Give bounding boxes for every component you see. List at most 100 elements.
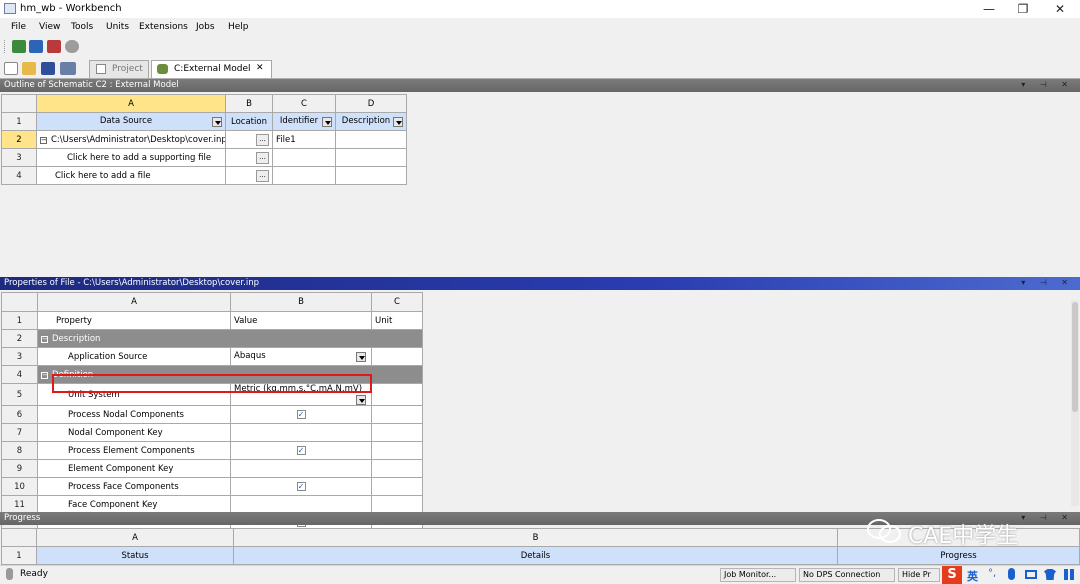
status-header: Status [36,546,234,565]
outline-col-d[interactable]: D [335,94,407,113]
property-checkbox[interactable]: ✓ [296,445,306,455]
description-cell[interactable] [335,130,407,149]
identifier-cell[interactable] [272,148,336,167]
menu-help[interactable]: Help [228,22,249,32]
save-icon[interactable] [41,62,55,75]
new-file-icon[interactable] [4,62,18,75]
menu-file[interactable]: File [11,22,26,32]
tab-project[interactable]: Project [89,60,149,78]
location-header[interactable]: Location [225,112,273,131]
outline-col-b[interactable]: B [225,94,273,113]
properties-scrollbar[interactable] [1071,300,1079,506]
properties-row-number: 1 [1,311,38,330]
property-group-description[interactable]: − Description [37,329,423,348]
description-cell[interactable] [335,148,407,167]
progress-panel-controls[interactable]: ▾ ⊣ ✕ [1021,513,1074,522]
description-cell[interactable] [335,166,407,185]
browse-button[interactable]: ... [256,152,269,164]
job-monitor-button[interactable]: Job Monitor... [720,568,796,582]
close-window-button[interactable]: ✕ [1043,0,1077,18]
outline-row-number: 3 [1,148,37,167]
property-value[interactable]: ✓ [230,441,372,460]
restore-button[interactable]: ❐ [1006,0,1040,18]
outline-col-a[interactable]: A [36,94,226,113]
refresh-project-icon[interactable] [29,40,43,53]
property-row: 6 Process Nodal Components ✓ [1,405,423,424]
toolbox-icon[interactable] [1064,569,1075,580]
punctuation-icon[interactable]: °, [988,568,996,579]
identifier-header[interactable]: Identifier [272,112,336,131]
browse-button[interactable]: ... [256,134,269,146]
hide-progress-button[interactable]: Hide Pr [898,568,940,582]
collapse-icon[interactable]: − [41,371,48,379]
property-name: Process Element Components [37,441,231,460]
property-checkbox[interactable]: ✓ [296,481,306,491]
stop-icon[interactable] [65,40,79,53]
open-folder-icon[interactable] [22,62,36,75]
properties-panel-controls[interactable]: ▾ ⊣ ✕ [1021,278,1074,287]
outline-col-c[interactable]: C [272,94,336,113]
property-value[interactable]: Abaqus [230,347,372,366]
property-group-label: Description [52,333,101,344]
property-name: Face Component Key [37,495,231,514]
menu-view[interactable]: View [39,22,60,32]
menu-extensions[interactable]: Extensions [139,22,188,32]
property-value[interactable]: ✓ [230,405,372,424]
browse-button[interactable]: ... [256,170,269,182]
properties-col-c[interactable]: C [371,292,423,312]
properties-row-number: 9 [1,459,38,478]
identifier-cell[interactable]: File1 [272,130,336,149]
skin-icon[interactable] [1044,569,1056,580]
property-row: 11 Face Component Key [1,495,423,514]
collapse-icon[interactable]: − [41,335,48,343]
property-name: Application Source [37,347,231,366]
data-source-cell[interactable]: − C:\Users\Administrator\Desktop\cover.in… [36,130,226,149]
outline-panel-controls[interactable]: ▾ ⊣ ✕ [1021,80,1074,89]
minimize-button[interactable]: — [972,0,1006,18]
chevron-down-icon[interactable] [393,117,403,127]
progress-panel-title: Progress [4,513,41,523]
property-value[interactable] [230,495,372,514]
progress-col-a[interactable]: A [36,528,234,547]
add-file-cell[interactable]: Click here to add a file [36,166,226,185]
menu-jobs[interactable]: Jobs [196,22,215,32]
properties-col-b[interactable]: B [230,292,372,312]
ime-language-indicator[interactable]: 英 [967,568,978,584]
data-source-header[interactable]: Data Source [36,112,226,131]
property-name: Process Nodal Components [37,405,231,424]
sogou-ime-icon[interactable]: S [942,566,962,584]
menu-tools[interactable]: Tools [71,22,93,32]
properties-row-number: 3 [1,347,38,366]
add-supporting-file-cell[interactable]: Click here to add a supporting file [36,148,226,167]
property-value[interactable]: ✓ [230,477,372,496]
dps-connection-label: No DPS Connection [803,570,881,579]
tab-external-model[interactable]: C:External Model ✕ [151,60,272,78]
description-header[interactable]: Description [335,112,407,131]
progress-col-b[interactable]: B [233,528,838,547]
properties-panel-header: Properties of File - C:\Users\Administra… [0,277,1080,290]
chevron-down-icon[interactable] [212,117,222,127]
close-tab-icon[interactable]: ✕ [256,63,264,73]
collapse-icon[interactable]: − [40,136,47,144]
workbench-app-icon [4,3,16,14]
save-as-icon[interactable] [60,62,76,75]
properties-row-number: 11 [1,495,38,514]
properties-col-a[interactable]: A [37,292,231,312]
chevron-down-icon[interactable] [356,395,366,405]
update-project-icon[interactable] [12,40,26,53]
identifier-cell[interactable] [272,166,336,185]
property-checkbox[interactable]: ✓ [296,409,306,419]
chevron-down-icon[interactable] [322,117,332,127]
properties-corner [1,292,38,312]
scrollbar-thumb[interactable] [1072,302,1078,412]
compact-mode-icon[interactable] [47,40,61,53]
menu-units[interactable]: Units [106,22,129,32]
property-value[interactable] [230,459,372,478]
keyboard-icon[interactable] [1025,570,1037,579]
properties-table: A B C 1 Property Value Unit 2− Descriptio… [1,292,423,532]
dps-connection-button[interactable]: No DPS Connection [799,568,895,582]
property-value[interactable] [230,423,372,442]
microphone-icon[interactable] [1008,568,1015,580]
description-header-label: Description [341,116,391,126]
chevron-down-icon[interactable] [356,352,366,362]
